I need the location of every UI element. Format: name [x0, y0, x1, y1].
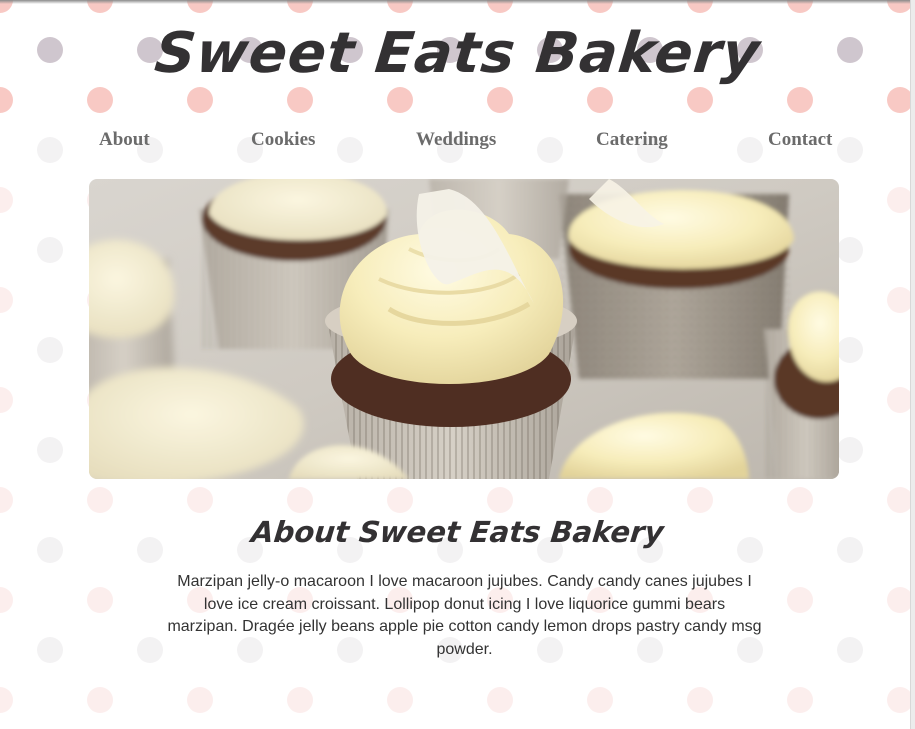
window-top-shadow	[0, 0, 915, 4]
background-dot	[0, 287, 13, 313]
background-dot	[37, 437, 63, 463]
window-scrollbar-edge	[910, 0, 915, 729]
nav-link-contact[interactable]: Contact	[768, 128, 832, 152]
about-paragraph: Marzipan jelly-o macaroon I love macaroo…	[167, 573, 762, 658]
background-dot	[837, 437, 863, 463]
background-dot	[37, 237, 63, 263]
nav-link-cookies[interactable]: Cookies	[251, 128, 315, 152]
background-dot	[687, 687, 713, 713]
background-dot	[537, 137, 563, 163]
background-dot	[87, 687, 113, 713]
cupcakes-photo-illustration	[89, 179, 839, 479]
background-dot	[287, 687, 313, 713]
background-dot	[0, 187, 13, 213]
background-dot	[0, 387, 13, 413]
nav-link-weddings[interactable]: Weddings	[416, 128, 496, 152]
background-dot	[87, 587, 113, 613]
background-dot	[837, 337, 863, 363]
background-dot	[187, 687, 213, 713]
nav-link-about[interactable]: About	[99, 128, 150, 152]
background-dot	[37, 637, 63, 663]
background-dot	[487, 687, 513, 713]
background-dot	[0, 687, 13, 713]
hero-image-cupcakes	[89, 179, 839, 479]
about-heading: About Sweet Eats Bakery	[249, 515, 666, 549]
background-dot	[837, 137, 863, 163]
background-dot	[37, 337, 63, 363]
background-dot	[587, 687, 613, 713]
background-dot	[37, 137, 63, 163]
background-dot	[0, 587, 13, 613]
background-dot	[387, 687, 413, 713]
background-dot	[787, 687, 813, 713]
background-dot	[337, 137, 363, 163]
background-dot	[737, 137, 763, 163]
background-dot	[137, 637, 163, 663]
background-dot	[837, 637, 863, 663]
nav-link-catering[interactable]: Catering	[596, 128, 668, 152]
site-title: Sweet Eats Bakery	[151, 21, 764, 86]
background-dot	[787, 587, 813, 613]
background-dot	[837, 237, 863, 263]
